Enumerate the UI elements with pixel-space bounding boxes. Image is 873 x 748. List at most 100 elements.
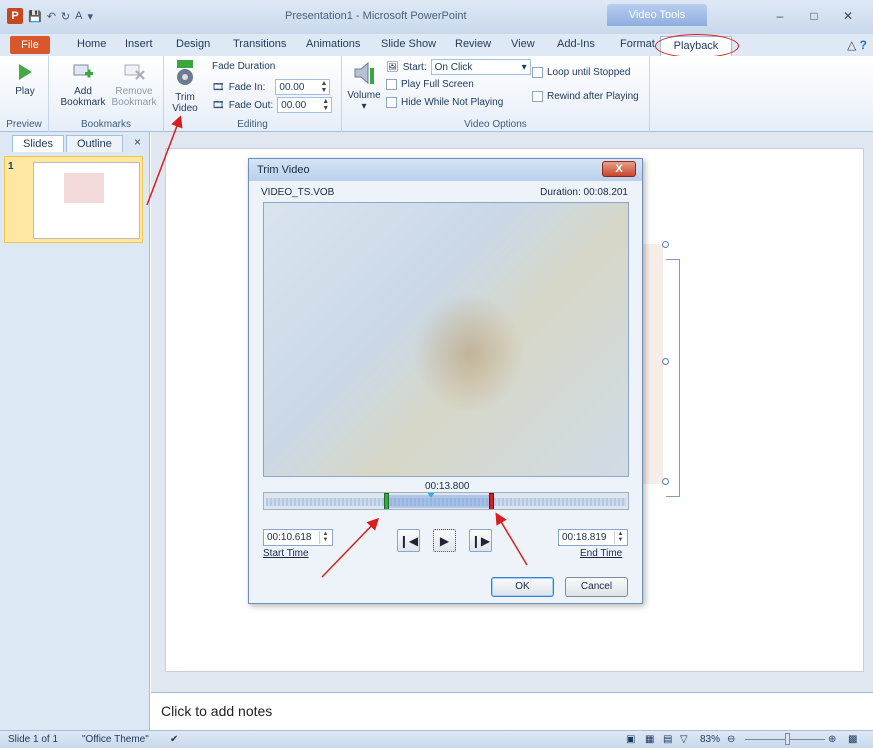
group-label-video-options: Video Options [464,119,527,130]
tab-format[interactable]: Format [620,38,655,50]
font-icon[interactable]: A [75,10,82,22]
undo-icon[interactable]: ↶ [47,10,56,23]
title-bar: P 💾 ↶ ↻ A ▾ Presentation1 - Microsoft Po… [0,0,873,34]
fade-out-label: Fade Out: [228,99,274,111]
start-time-field[interactable]: 00:10.618 ▲ ▼ [263,529,333,546]
group-preview: Play Preview [0,56,49,132]
previous-frame-icon: ❙◀ [398,533,419,548]
notes-placeholder[interactable]: Click to add notes [161,703,272,719]
previous-frame-button[interactable]: ❙◀ [397,529,420,552]
start-time-spinner-icon[interactable]: ▲ ▼ [319,531,331,544]
slide-thumbnail[interactable] [33,162,140,239]
video-frame-content [414,293,524,413]
trim-video-icon [177,60,193,85]
fade-in-field[interactable]: 00.00 ▲ ▼ [275,79,331,95]
end-time-spinner-icon[interactable]: ▲ ▼ [614,531,626,544]
end-time-field[interactable]: 00:18.819 ▲ ▼ [558,529,628,546]
tab-view[interactable]: View [511,38,535,50]
rewind-after-playing-label: Rewind after Playing [547,91,639,102]
resize-handle[interactable] [662,358,669,365]
pane-close-icon[interactable]: × [134,135,141,149]
dialog-title: Trim Video [257,164,310,176]
window-title: Presentation1 - Microsoft PowerPoint [285,10,467,22]
volume-icon [354,61,374,85]
theme-indicator[interactable]: "Office Theme" [82,734,149,745]
trim-video-button[interactable]: Trim Video [168,58,202,114]
help-icon[interactable]: △ ? [847,38,867,52]
start-dropdown[interactable]: On Click ▾ [430,59,531,75]
ok-button[interactable]: OK [491,577,554,597]
powerpoint-logo-icon[interactable]: P [7,8,23,24]
volume-button[interactable]: Volume ▾ [346,60,382,112]
rewind-after-playing-checkbox[interactable] [532,91,543,102]
slideshow-view-icon[interactable]: ▽ [680,734,688,745]
reading-view-icon[interactable]: ▤ [663,734,672,745]
tab-home[interactable]: Home [77,38,106,50]
slide-thumbnail-item[interactable]: 1 [4,156,143,243]
zoom-out-icon[interactable]: ⊖ [727,734,735,745]
zoom-in-icon[interactable]: ⊕ [828,734,836,745]
dialog-close-button[interactable]: X [602,161,636,177]
resize-handle[interactable] [662,478,669,485]
slide-indicator: Slide 1 of 1 [8,734,59,745]
trim-timeline[interactable] [263,492,629,510]
end-time-label: End Time [580,548,623,559]
group-bookmarks: Add Bookmark Remove Bookmark Bookmarks [49,56,164,132]
end-trim-marker[interactable] [489,493,494,509]
hide-while-not-playing-checkbox[interactable] [386,97,397,108]
play-button[interactable]: Play [8,62,42,97]
ribbon: Play Preview Add Bookmark Remove Bookmar… [0,56,873,132]
normal-view-icon[interactable]: ▣ [626,734,635,745]
fade-in-icon: 🎞 [212,81,225,93]
minimize-icon[interactable]: – [763,6,797,26]
start-trim-marker[interactable] [384,493,389,509]
fit-to-window-icon[interactable]: ▩ [848,734,857,745]
next-frame-button[interactable]: ❙▶ [469,529,492,552]
tab-slide-show[interactable]: Slide Show [381,38,436,50]
tab-review[interactable]: Review [455,38,491,50]
add-bookmark-button[interactable]: Add Bookmark [57,62,109,108]
video-tools-header: Video Tools [607,4,707,26]
tab-outline[interactable]: Outline [65,135,123,152]
cancel-button[interactable]: Cancel [565,577,628,597]
spinner-icon[interactable]: ▲ ▼ [322,98,331,112]
zoom-slider-thumb[interactable] [785,733,790,745]
redo-icon[interactable]: ↻ [61,10,70,23]
loop-until-stopped-checkbox[interactable] [532,67,543,78]
notes-pane[interactable]: Click to add notes [151,692,873,730]
playhead-time: 00:13.800 [425,481,470,492]
restore-icon[interactable]: □ [797,6,831,26]
tab-design[interactable]: Design [176,38,210,50]
remove-bookmark-button[interactable]: Remove Bookmark [107,62,161,108]
slide-number: 1 [8,161,14,172]
dialog-title-bar[interactable]: Trim Video X [249,159,642,181]
trim-selection [388,495,492,508]
tab-insert[interactable]: Insert [125,38,153,50]
add-bookmark-icon [73,64,93,78]
close-icon[interactable]: ✕ [831,6,865,26]
tab-animations[interactable]: Animations [306,38,360,50]
slide-sorter-icon[interactable]: ▦ [645,734,654,745]
spinner-icon[interactable]: ▲ ▼ [320,80,329,94]
playhead-marker[interactable] [427,493,435,498]
trim-video-dialog: Trim Video X VIDEO_TS.VOB Duration: 00:0… [248,158,643,604]
group-label-preview: Preview [6,119,42,130]
tab-slides[interactable]: Slides [12,135,64,152]
group-video-options: Volume ▾ 🖼 Start: On Click ▾ Play Full Scr… [342,56,650,132]
thumbnail-content [64,173,104,203]
zoom-level[interactable]: 83% [700,734,720,745]
tab-transitions[interactable]: Transitions [233,38,286,50]
tab-add-ins[interactable]: Add-Ins [557,38,595,50]
tab-file[interactable]: File [10,36,50,54]
play-full-screen-checkbox[interactable] [386,79,397,90]
video-preview [263,202,629,477]
fade-out-field[interactable]: 00.00 ▲ ▼ [277,97,333,113]
fade-in-label: Fade In: [228,81,266,93]
chevron-down-icon: ▾ [361,101,367,112]
save-icon[interactable]: 💾 [28,10,42,23]
ribbon-tabs: File Home Insert Design Transitions Anim… [0,34,873,56]
spell-check-icon[interactable]: ✔ [170,734,178,745]
play-preview-button[interactable]: ▶ [433,529,456,552]
resize-handle[interactable] [662,241,669,248]
customize-qat-icon[interactable]: ▾ [87,10,93,23]
